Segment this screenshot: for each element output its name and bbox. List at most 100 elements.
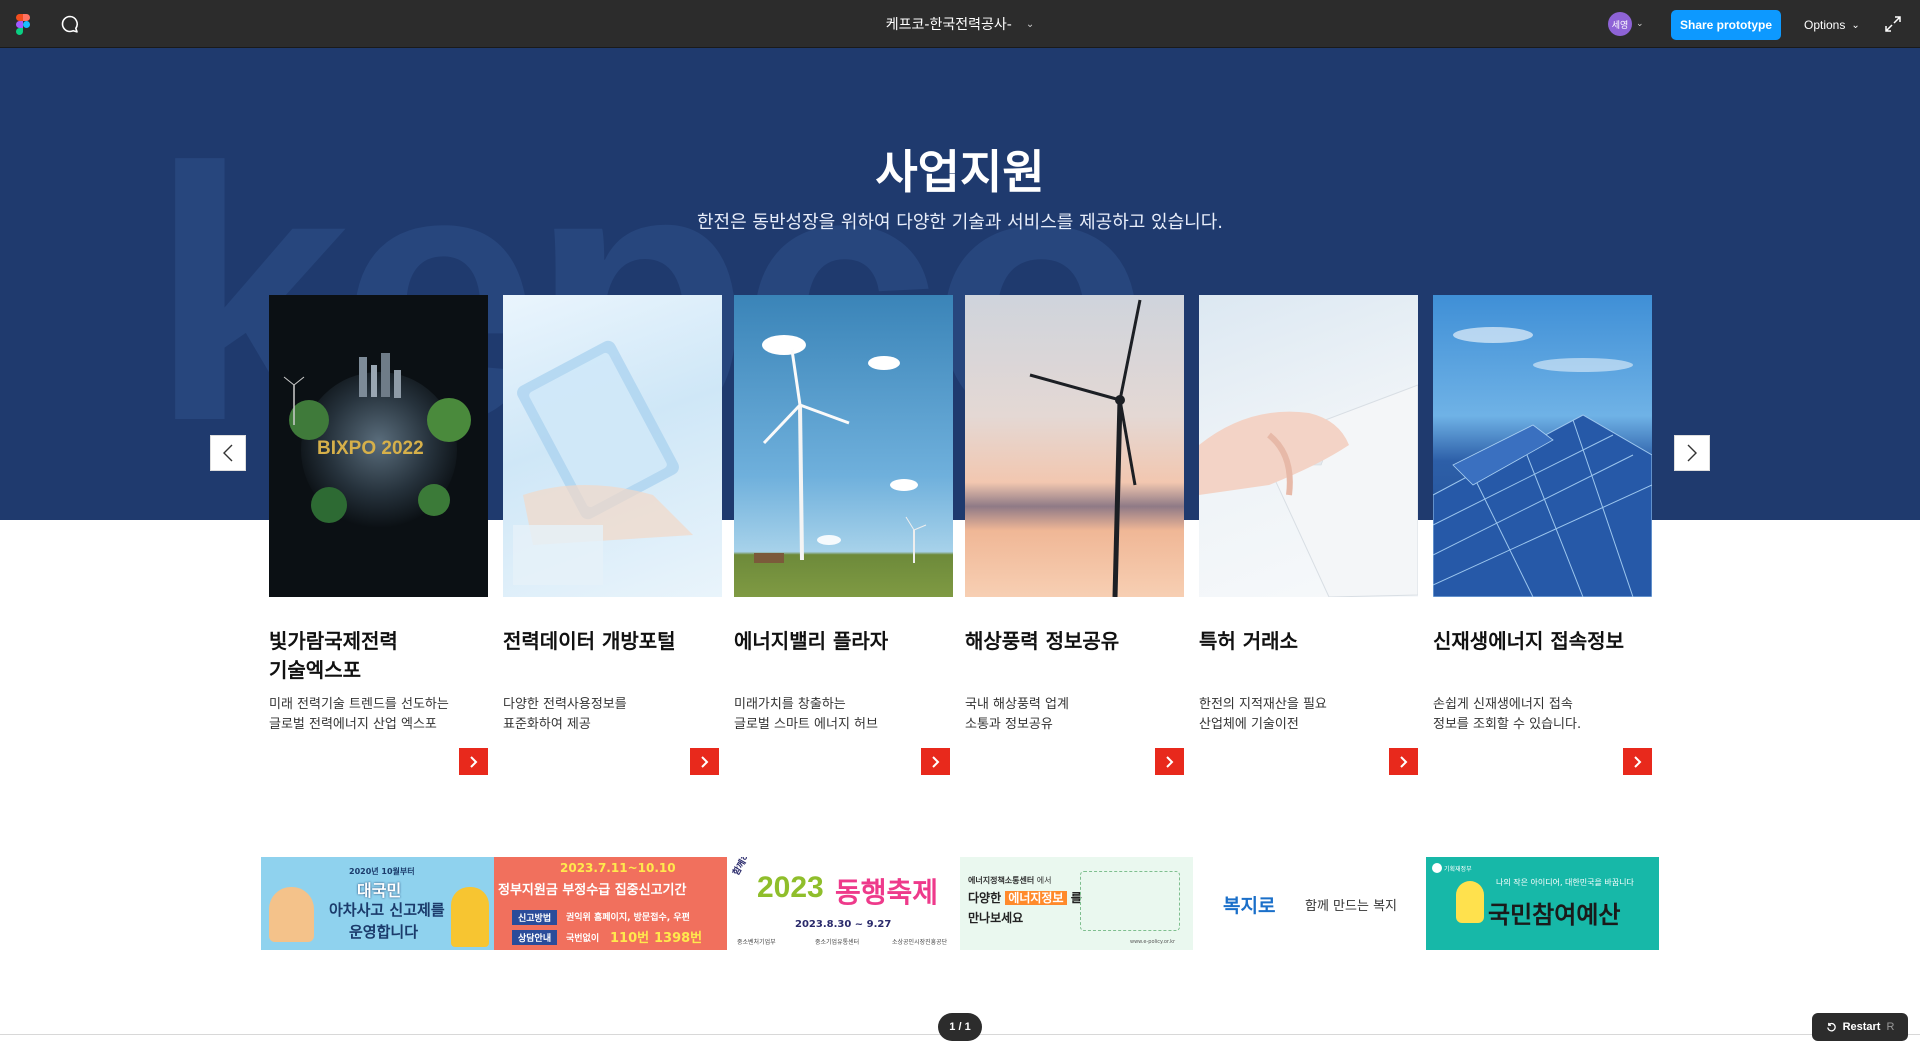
banner-text: 운영합니다 xyxy=(349,923,419,941)
card-patent-exchange[interactable]: 특허 거래소 한전의 지적재산을 필요 산업체에 기술이전 xyxy=(1199,295,1418,775)
card-description: 다양한 전력사용정보를 표준화하여 제공 xyxy=(503,697,627,732)
card-power-data-portal[interactable]: 전력데이터 개방포털 다양한 전력사용정보를 표준화하여 제공 xyxy=(503,295,722,775)
card-image xyxy=(1433,295,1652,597)
government-emblem-icon xyxy=(1432,863,1442,873)
chevron-right-icon xyxy=(1399,755,1407,768)
bokjiro-logo: 복지로 xyxy=(1223,896,1276,917)
banner-text: 중소벤처기업부 xyxy=(737,939,776,946)
figma-toolbar: 케프코-한국전력공사- ⌄ 세영 ⌄ Share prototype Optio… xyxy=(0,0,1920,48)
child-character-icon xyxy=(269,887,314,942)
chevron-right-icon xyxy=(931,755,939,768)
user-avatar-menu[interactable]: 세영 ⌄ xyxy=(1606,10,1654,38)
page-title: 사업지원 xyxy=(875,145,1045,199)
banner-text: 2023 xyxy=(757,871,824,904)
banner-donghaeng-festival[interactable]: 함께하면 대박나는 2023 동행축제 2023.8.30 ~ 9.27 중소벤… xyxy=(727,857,960,950)
carousel-prev-button[interactable] xyxy=(210,435,246,471)
banner-text: 소상공인시장진흥공단 xyxy=(892,939,948,946)
chevron-right-icon xyxy=(700,755,708,768)
card-image: BIXPO 2022 xyxy=(269,295,488,597)
banner-text: 동행축제 xyxy=(835,876,939,909)
card-title: 해상풍력 정보공유 xyxy=(965,629,1120,653)
card-go-button[interactable] xyxy=(459,748,488,775)
card-image xyxy=(965,295,1184,597)
card-go-button[interactable] xyxy=(1389,748,1418,775)
banner-text: 권익위 홈페이지, 방문접수, 우편 xyxy=(566,913,690,923)
card-go-button[interactable] xyxy=(921,748,950,775)
city-illustration-icon xyxy=(1080,871,1180,931)
banner-text: 2020년 10월부터 xyxy=(349,867,415,876)
card-image xyxy=(734,295,953,597)
chevron-right-icon xyxy=(469,755,477,768)
banner-text: 에너지정책소통센터 xyxy=(968,876,1035,885)
banner-label: 신고방법 xyxy=(512,910,558,925)
file-title: 케프코-한국전력공사- xyxy=(885,17,1012,33)
card-image xyxy=(503,295,722,597)
energy-title-row: 에너지정책소통센터 에서 xyxy=(968,875,1052,886)
banner-highlight: 에너지정보 xyxy=(1005,891,1067,905)
banner-citizen-budget[interactable]: 기획재정부 나의 작은 아이디어, 대한민국을 바꿉니다 국민참여예산 xyxy=(1426,857,1659,950)
card-energy-valley-plaza[interactable]: 에너지밸리 플라자 미래가치를 창출하는 글로벌 스마트 에너지 허브 xyxy=(734,295,953,775)
card-bixpo[interactable]: BIXPO 2022 빛가람국제전력 기술엑스포 미래 전력기술 트렌드를 선도… xyxy=(269,295,488,775)
card-go-button[interactable] xyxy=(1623,748,1652,775)
banner-text: 다양한 xyxy=(968,891,1002,905)
banner-text: 국민참여예산 xyxy=(1488,901,1621,929)
banner-near-miss-report[interactable]: 2020년 10월부터 대국민 아차사고 신고제를 운영합니다 xyxy=(261,857,494,950)
chevron-left-icon xyxy=(223,444,233,462)
banner-text: 나의 작은 아이디어, 대한민국을 바꿉니다 xyxy=(1496,878,1634,887)
restart-label: Restart xyxy=(1842,1021,1881,1033)
banner-text: 2023.7.11~10.10 xyxy=(560,861,676,875)
card-description: 손쉽게 신재생에너지 접속 정보를 조회할 수 있습니다. xyxy=(1433,697,1582,732)
card-title: 전력데이터 개방포털 xyxy=(503,629,676,653)
energy-main-row: 다양한 에너지정보 를 xyxy=(968,889,1082,906)
banner-text: 아차사고 신고제를 xyxy=(329,901,445,919)
card-description: 한전의 지적재산을 필요 산업체에 기술이전 xyxy=(1199,697,1327,732)
comment-icon[interactable] xyxy=(60,14,80,34)
restart-button[interactable]: Restart R xyxy=(1812,1013,1908,1041)
file-title-menu[interactable]: 케프코-한국전력공사- ⌄ xyxy=(886,14,1034,34)
chevron-down-icon: ⌄ xyxy=(1636,19,1644,29)
share-prototype-button[interactable]: Share prototype xyxy=(1671,10,1781,40)
avatar: 세영 xyxy=(1608,12,1632,36)
banner-text: 110번 xyxy=(610,931,650,946)
banner-energy-policy[interactable]: 에너지정책소통센터 에서 다양한 에너지정보 를 만나보세요 www.e-pol… xyxy=(960,857,1193,950)
card-title: 특허 거래소 xyxy=(1199,629,1298,653)
banner-text: 만나보세요 xyxy=(968,911,1024,925)
card-go-button[interactable] xyxy=(1155,748,1184,775)
figma-logo-icon[interactable] xyxy=(16,14,30,35)
bixpo-logo-text: BIXPO 2022 xyxy=(317,438,424,459)
banner-text: 2023.8.30 ~ 9.27 xyxy=(795,919,892,930)
banner-subsidy-fraud[interactable]: 2023.7.11~10.10 정부지원금 부정수급 집중신고기간 신고방법 권… xyxy=(494,857,727,950)
chevron-down-icon: ⌄ xyxy=(1025,18,1035,30)
banner-text: 정부지원금 부정수급 집중신고기간 xyxy=(498,883,687,898)
banner-text: 중소기업유통센터 xyxy=(815,939,860,946)
card-go-button[interactable] xyxy=(690,748,719,775)
banner-text: 에서 xyxy=(1036,876,1052,885)
banner-text: 함께 만드는 복지 xyxy=(1305,899,1397,914)
chevron-right-icon xyxy=(1687,444,1697,462)
card-description: 미래 전력기술 트렌드를 선도하는 글로벌 전력에너지 산업 엑스포 xyxy=(269,697,449,732)
restart-shortcut: R xyxy=(1886,1021,1895,1033)
card-description: 미래가치를 창출하는 글로벌 스마트 에너지 허브 xyxy=(734,697,878,732)
banner-bokjiro[interactable]: 복지로 함께 만드는 복지 xyxy=(1193,857,1426,950)
banner-label: 상담안내 xyxy=(512,930,558,945)
page-subtitle: 한전은 동반성장을 위하여 다양한 기술과 서비스를 제공하고 있습니다. xyxy=(696,212,1223,233)
card-offshore-wind[interactable]: 해상풍력 정보공유 국내 해상풍력 업계 소통과 정보공유 xyxy=(965,295,1184,775)
card-image xyxy=(1199,295,1418,597)
card-title: 에너지밸리 플라자 xyxy=(734,629,889,653)
banner-text: 1398번 xyxy=(654,931,703,946)
card-title: 신재생에너지 접속정보 xyxy=(1433,629,1624,653)
options-label: Options xyxy=(1804,18,1846,32)
chevron-down-icon: ⌄ xyxy=(1851,19,1860,31)
page-indicator: 1 / 1 xyxy=(938,1013,982,1041)
carousel-next-button[interactable] xyxy=(1674,435,1710,471)
fullscreen-expand-icon[interactable] xyxy=(1884,15,1902,33)
banner-url: www.e-policy.or.kr xyxy=(1130,939,1176,945)
restart-icon xyxy=(1826,1022,1836,1031)
card-title: 빛가람국제전력 기술엑스포 xyxy=(269,629,398,682)
card-renewable-connection[interactable]: 신재생에너지 접속정보 손쉽게 신재생에너지 접속 정보를 조회할 수 있습니다… xyxy=(1433,295,1652,775)
banner-text: 대국민 xyxy=(357,881,402,900)
light-bulb-icon xyxy=(1456,881,1484,923)
chevron-right-icon xyxy=(1165,755,1173,768)
chevron-right-icon xyxy=(1633,755,1641,768)
options-menu-button[interactable]: Options ⌄ xyxy=(1794,10,1870,40)
